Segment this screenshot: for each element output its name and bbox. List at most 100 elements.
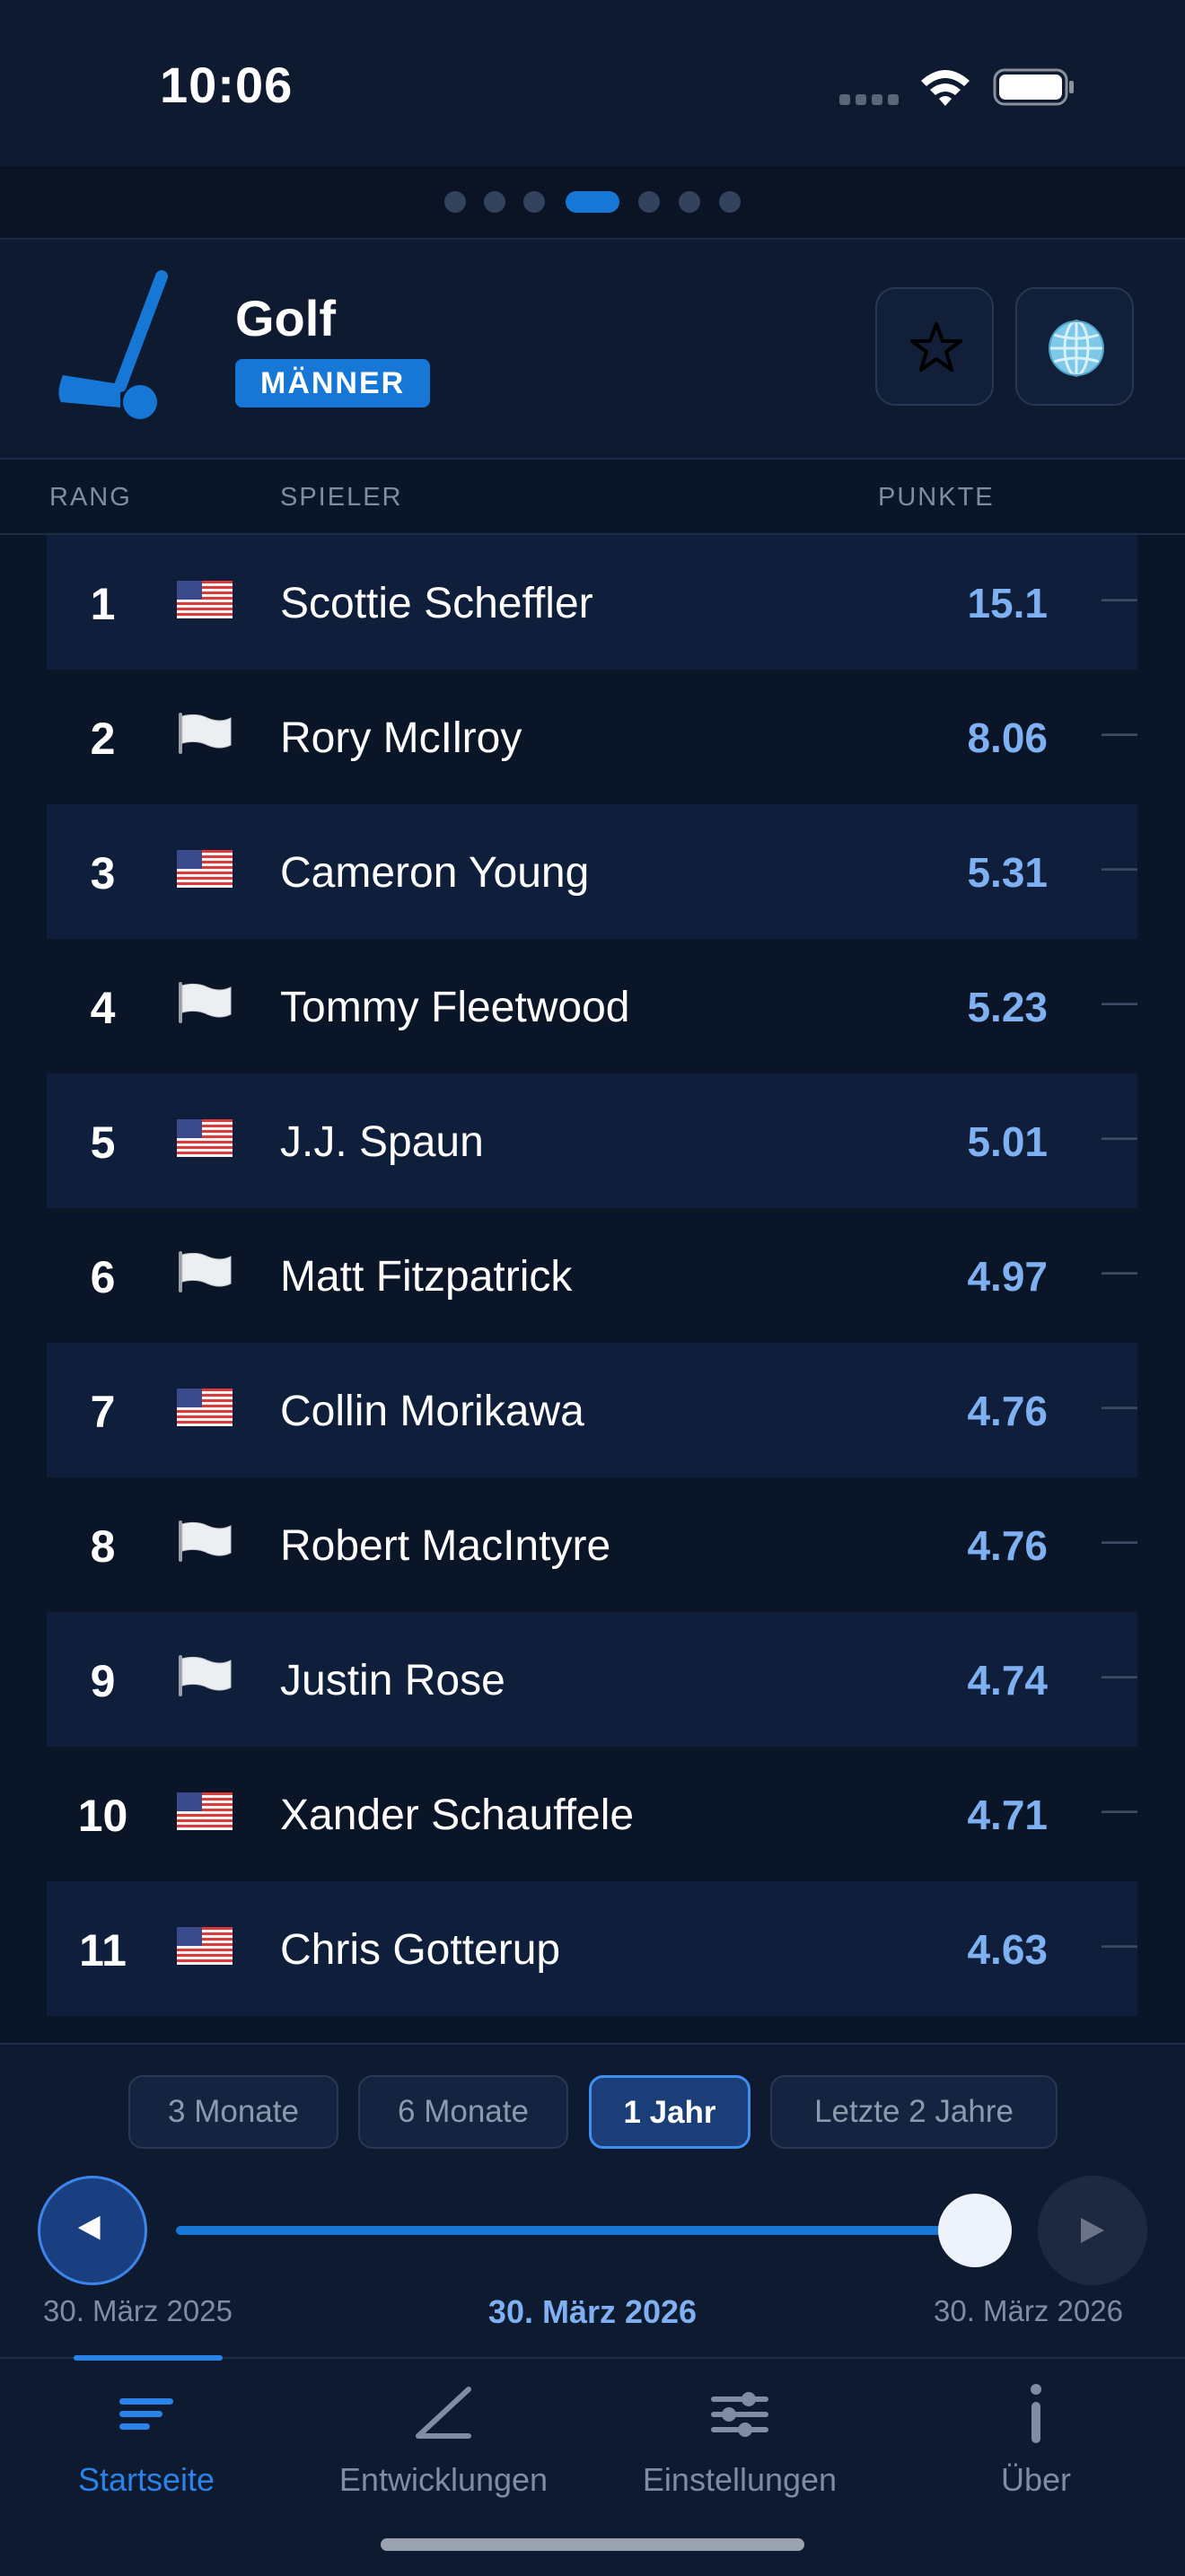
tab-label: Entwicklungen (338, 2461, 549, 2498)
table-header (0, 460, 1185, 535)
tab-startseite[interactable]: Startseite (12, 2380, 281, 2499)
rank-change: — (1102, 982, 1137, 1021)
player-name: Collin Morikawa (280, 1388, 584, 1435)
column-rank: RANG (49, 483, 132, 512)
timeline-slider-thumb[interactable] (938, 2194, 1012, 2267)
rank-change: — (1102, 578, 1137, 618)
player-points: 5.23 (967, 984, 1048, 1030)
rank-change: — (1102, 1386, 1137, 1425)
table-row[interactable]: 6 Matt Fitzpatrick 4.97 — (47, 1208, 1137, 1343)
white-flag-icon (179, 1520, 232, 1562)
table-row[interactable]: 9 Justin Rose 4.74 — (47, 1612, 1137, 1747)
rank-change: — (1102, 1655, 1137, 1695)
page-dot[interactable] (484, 191, 505, 213)
us-flag-icon (177, 581, 233, 618)
battery-icon (993, 68, 1074, 106)
golf-club-icon (58, 270, 168, 419)
table-row[interactable]: 4 Tommy Fleetwood 5.23 — (47, 939, 1137, 1073)
player-name: Justin Rose (280, 1657, 505, 1704)
rank-number: 6 (90, 1252, 116, 1302)
sliders-icon (711, 2392, 768, 2437)
player-points: 4.97 (967, 1253, 1048, 1300)
rank-number: 2 (90, 714, 116, 764)
range-3-months-button[interactable]: 3 Monate (128, 2075, 338, 2149)
player-points: 15.1 (967, 580, 1048, 626)
player-name: Chris Gotterup (280, 1926, 561, 1974)
table-row[interactable]: 7 Collin Morikawa 4.76 — (47, 1343, 1137, 1477)
rank-change: — (1102, 1251, 1137, 1291)
page-dot-active[interactable] (566, 191, 619, 213)
tab-label: Startseite (77, 2461, 215, 2498)
sport-header (0, 240, 1185, 460)
player-name: Scottie Scheffler (280, 580, 593, 627)
rank-change: — (1102, 1790, 1137, 1829)
globe-icon (1049, 320, 1104, 377)
home-indicator[interactable] (381, 2538, 804, 2551)
table-row[interactable]: 8 Robert MacIntyre 4.76 — (47, 1477, 1137, 1612)
page-dot[interactable] (444, 191, 466, 213)
rank-change: — (1102, 847, 1137, 887)
rank-change: — (1102, 713, 1137, 752)
player-points: 4.74 (967, 1657, 1048, 1704)
triangle-right-icon (1081, 2218, 1104, 2243)
page-dot[interactable] (638, 191, 660, 213)
player-name: J.J. Spaun (280, 1118, 484, 1166)
rank-number: 9 (90, 1656, 116, 1706)
timeline-current-date: 30. März 2026 (487, 2293, 698, 2330)
tab-einstellungen[interactable]: Einstellungen (605, 2380, 874, 2499)
table-row[interactable]: 2 Rory McIlroy 8.06 — (47, 670, 1137, 804)
player-points: 5.01 (967, 1118, 1048, 1165)
timeline-slider[interactable] (176, 2226, 975, 2235)
region-button[interactable] (1015, 287, 1134, 406)
player-points: 4.71 (967, 1792, 1048, 1838)
table-row[interactable]: 11 Chris Gotterup 4.63 — (47, 1881, 1137, 2016)
white-flag-icon (179, 713, 232, 754)
rank-change: — (1102, 1924, 1137, 1964)
tab-ueber[interactable]: Über (901, 2380, 1171, 2499)
player-points: 4.76 (967, 1388, 1048, 1434)
table-row[interactable]: 1 Scottie Scheffler 15.1 — (47, 535, 1137, 670)
player-name: Robert MacIntyre (280, 1522, 611, 1570)
timeline-end-date: 30. März 2026 (934, 2294, 1123, 2327)
page-dot[interactable] (523, 191, 545, 213)
tab-label: Einstellungen (642, 2461, 838, 2498)
player-points: 5.31 (967, 849, 1048, 896)
white-flag-icon (179, 1251, 232, 1292)
star-icon (910, 322, 962, 372)
player-name: Rory McIlroy (280, 714, 522, 762)
tab-label: Über (1000, 2461, 1072, 2498)
us-flag-icon (177, 1119, 233, 1157)
category-badge: MÄNNER (235, 359, 431, 407)
us-flag-icon (177, 1927, 233, 1965)
list-icon (119, 2398, 173, 2430)
column-player: SPIELER (280, 483, 403, 512)
tab-entwicklungen[interactable]: Entwicklungen (309, 2380, 578, 2499)
player-name: Cameron Young (280, 849, 590, 897)
us-flag-icon (177, 850, 233, 888)
page-dot[interactable] (719, 191, 741, 213)
player-name: Matt Fitzpatrick (280, 1253, 573, 1301)
wifi-icon (921, 70, 970, 106)
rank-number: 8 (90, 1521, 116, 1572)
rank-number: 7 (90, 1387, 116, 1437)
info-icon (1031, 2384, 1041, 2443)
rank-change: — (1102, 1520, 1137, 1560)
column-points: PUNKTE (878, 483, 995, 512)
table-row[interactable]: 5 J.J. Spaun 5.01 — (47, 1073, 1137, 1208)
range-2-years-button[interactable]: Letzte 2 Jahre (770, 2075, 1058, 2149)
table-row[interactable]: 3 Cameron Young 5.31 — (47, 804, 1137, 939)
player-name: Tommy Fleetwood (280, 984, 630, 1031)
rank-number: 1 (90, 579, 116, 629)
page-dot[interactable] (679, 191, 700, 213)
range-6-months-button[interactable]: 6 Monate (358, 2075, 568, 2149)
rank-number: 5 (90, 1117, 116, 1168)
step-back-button[interactable] (38, 2176, 147, 2285)
us-flag-icon (177, 1389, 233, 1426)
step-forward-button[interactable] (1038, 2176, 1147, 2285)
rank-change: — (1102, 1117, 1137, 1156)
white-flag-icon (179, 1655, 232, 1696)
table-row[interactable]: 10 Xander Schauffele 4.71 — (47, 1747, 1137, 1881)
timeline-start-date: 30. März 2025 (43, 2294, 233, 2327)
range-1-year-button[interactable]: 1 Jahr (589, 2075, 750, 2149)
favorite-button[interactable] (875, 287, 994, 406)
